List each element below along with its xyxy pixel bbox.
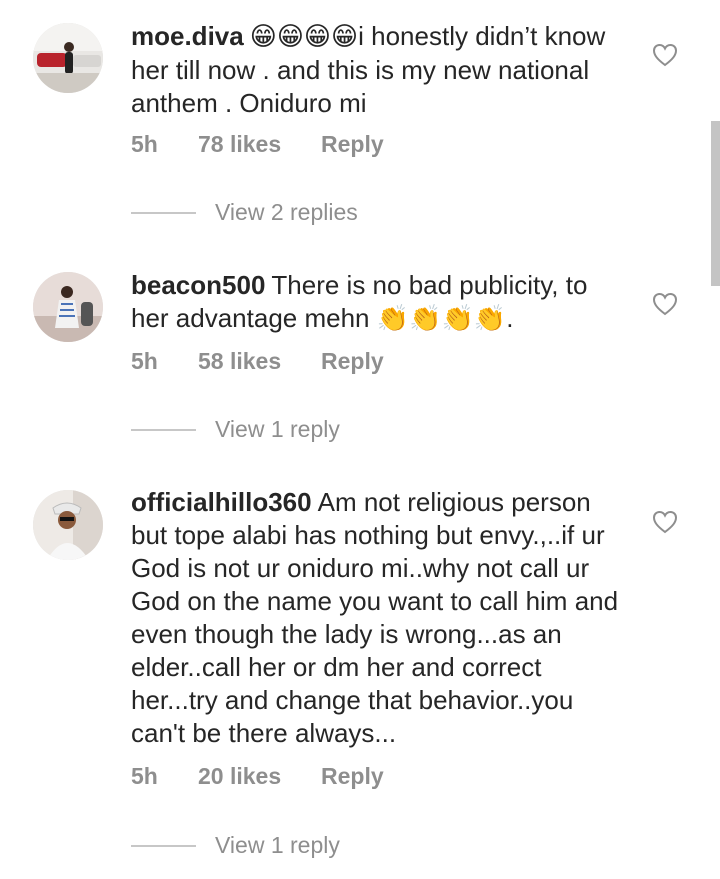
reply-button[interactable]: Reply	[321, 348, 384, 375]
avatar[interactable]	[33, 23, 103, 93]
heart-outline-icon[interactable]	[652, 510, 678, 534]
comment-body: Am not religious person but tope alabi h…	[131, 487, 619, 748]
view-replies-button[interactable]: View 1 reply	[131, 416, 340, 443]
comment-meta: 5h 78 likes Reply	[131, 131, 384, 158]
reply-button[interactable]: Reply	[321, 763, 384, 790]
comment-likes[interactable]: 78 likes	[198, 131, 321, 158]
emoji-text: 😁😁😁😁	[249, 22, 359, 52]
comment-likes[interactable]: 20 likes	[198, 763, 321, 790]
comment-time: 5h	[131, 763, 158, 789]
heart-outline-icon[interactable]	[652, 292, 678, 316]
reply-button[interactable]: Reply	[321, 131, 384, 158]
view-replies-label[interactable]: View 1 reply	[215, 416, 340, 443]
view-replies-button[interactable]: View 1 reply	[131, 832, 340, 859]
comment-meta: 5h 20 likes Reply	[131, 763, 384, 790]
replies-divider	[131, 428, 196, 431]
view-replies-label[interactable]: View 2 replies	[215, 199, 358, 226]
comment-likes[interactable]: 58 likes	[198, 348, 321, 375]
comment-text: officialhillo360 Am not religious person …	[131, 486, 631, 750]
view-replies-button[interactable]: View 2 replies	[131, 199, 358, 226]
comment-username[interactable]: moe.diva	[131, 21, 244, 51]
replies-divider	[131, 211, 196, 214]
comment-username[interactable]: beacon500	[131, 270, 265, 300]
view-replies-label[interactable]: View 1 reply	[215, 832, 340, 859]
emoji-text: 👏👏👏👏	[376, 304, 507, 334]
replies-divider	[131, 844, 196, 847]
heart-outline-icon[interactable]	[652, 43, 678, 67]
comment-meta: 5h 58 likes Reply	[131, 348, 384, 375]
avatar[interactable]	[33, 490, 103, 560]
comment-text: moe.diva 😁😁😁😁i honestly didn’t know her t…	[131, 20, 631, 120]
comment-trail: .	[506, 303, 514, 333]
avatar[interactable]	[33, 272, 103, 342]
comment-time: 5h	[131, 348, 158, 374]
comment-text: beacon500 There is no bad publicity, to h…	[131, 269, 631, 336]
comment-time: 5h	[131, 131, 158, 157]
comment-username[interactable]: officialhillo360	[131, 487, 312, 517]
scrollbar[interactable]	[711, 121, 720, 286]
